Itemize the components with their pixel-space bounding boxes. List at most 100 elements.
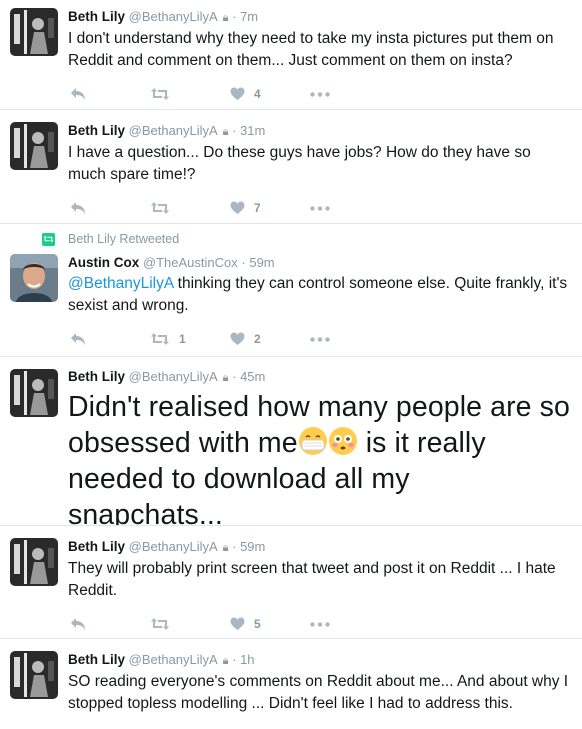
heart-icon xyxy=(230,87,245,100)
tweet[interactable]: Beth Lily @BethanyLilyA 🔒︎ · 59m They wi… xyxy=(0,526,582,639)
tweet-text: SO reading everyone's comments on Reddit… xyxy=(68,673,569,712)
tweet-text: Didn't realised how many people are so o… xyxy=(68,389,572,525)
separator: · xyxy=(232,123,237,138)
tweet-actions: 4 xyxy=(68,72,572,109)
retweet-button[interactable] xyxy=(150,201,230,215)
more-icon xyxy=(310,621,330,627)
separator: · xyxy=(232,9,237,24)
lock-icon: 🔒︎ xyxy=(222,372,229,384)
tweet[interactable]: Beth Lily @BethanyLilyA 🔒︎ · 31m I have … xyxy=(0,110,582,224)
tweet-actions: 5 xyxy=(68,602,572,638)
timestamp[interactable]: 59m xyxy=(249,255,274,270)
flushed-face-emoji xyxy=(328,427,357,455)
lock-icon: 🔒︎ xyxy=(222,126,229,138)
lock-icon: 🔒︎ xyxy=(222,655,229,667)
more-icon xyxy=(310,91,330,97)
more-icon xyxy=(310,336,330,342)
timeline: Beth Lily @BethanyLilyA 🔒︎ · 7m I don't … xyxy=(0,0,582,729)
tweet[interactable]: Beth Lily @BethanyLilyA 🔒︎ · 7m I don't … xyxy=(0,0,582,110)
retweet-icon xyxy=(151,333,169,345)
timestamp[interactable]: 59m xyxy=(240,539,265,554)
retweet-context-label[interactable]: Beth Lily Retweeted xyxy=(68,232,179,246)
heart-icon xyxy=(230,617,245,630)
tweet[interactable]: Beth Lily @BethanyLilyA 🔒︎ · 45m Didn't … xyxy=(0,357,582,526)
more-icon xyxy=(310,205,330,211)
more-button[interactable] xyxy=(310,621,340,627)
more-button[interactable] xyxy=(310,336,340,342)
username[interactable]: @BethanyLilyA xyxy=(129,652,217,667)
reply-icon xyxy=(71,202,85,214)
like-count: 7 xyxy=(254,201,261,215)
avatar[interactable] xyxy=(10,254,58,302)
retweet-context: Beth Lily Retweeted xyxy=(42,232,179,246)
tweet-text: They will probably print screen that twe… xyxy=(68,560,556,599)
like-button[interactable]: 5 xyxy=(230,617,310,631)
tweet-actions: 1 2 xyxy=(68,317,572,356)
display-name[interactable]: Beth Lily xyxy=(68,539,125,554)
like-count: 4 xyxy=(254,87,261,101)
display-name[interactable]: Austin Cox xyxy=(68,255,139,270)
reply-button[interactable] xyxy=(70,87,150,101)
tweet-header: Beth Lily @BethanyLilyA 🔒︎ · 31m xyxy=(68,122,572,141)
retweet-count: 1 xyxy=(179,332,186,346)
username[interactable]: @BethanyLilyA xyxy=(129,9,217,24)
reply-icon xyxy=(71,618,85,630)
tweet-text: @BethanyLilyA thinking they can control … xyxy=(68,273,572,317)
reply-button[interactable] xyxy=(70,332,150,346)
retweet-badge-icon xyxy=(42,232,55,246)
lock-icon: 🔒︎ xyxy=(222,542,229,554)
like-count: 2 xyxy=(254,332,261,346)
username[interactable]: @BethanyLilyA xyxy=(129,539,217,554)
lock-icon: 🔒︎ xyxy=(222,12,229,24)
retweet-button[interactable]: 1 xyxy=(150,332,230,346)
mask-face-emoji xyxy=(298,427,327,455)
username[interactable]: @BethanyLilyA xyxy=(129,123,217,138)
timestamp[interactable]: 31m xyxy=(240,123,265,138)
reply-button[interactable] xyxy=(70,201,150,215)
avatar[interactable] xyxy=(10,8,58,56)
display-name[interactable]: Beth Lily xyxy=(68,652,125,667)
username[interactable]: @BethanyLilyA xyxy=(129,369,217,384)
avatar[interactable] xyxy=(10,369,58,417)
heart-icon xyxy=(230,332,245,345)
reply-button[interactable] xyxy=(70,617,150,631)
reply-icon xyxy=(71,333,85,345)
retweet-button[interactable] xyxy=(150,87,230,101)
tweet-header: Beth Lily @BethanyLilyA 🔒︎ · 1h xyxy=(68,651,572,670)
timestamp[interactable]: 45m xyxy=(240,369,265,384)
display-name[interactable]: Beth Lily xyxy=(68,369,125,384)
like-button[interactable]: 2 xyxy=(230,332,310,346)
like-button[interactable]: 4 xyxy=(230,87,310,101)
retweet-button[interactable] xyxy=(150,617,230,631)
separator: · xyxy=(232,369,237,384)
tweet-actions: 7 xyxy=(68,186,572,223)
display-name[interactable]: Beth Lily xyxy=(68,123,125,138)
tweet-text: I don't understand why they need to take… xyxy=(68,30,554,69)
heart-icon xyxy=(230,201,245,214)
username[interactable]: @TheAustinCox xyxy=(143,255,238,270)
mention-link[interactable]: @BethanyLilyA xyxy=(68,275,173,292)
avatar[interactable] xyxy=(10,651,58,699)
timestamp[interactable]: 7m xyxy=(240,9,258,24)
tweet-header: Beth Lily @BethanyLilyA 🔒︎ · 45m xyxy=(68,368,572,387)
more-button[interactable] xyxy=(310,91,340,97)
avatar[interactable] xyxy=(10,122,58,170)
tweet-header: Beth Lily @BethanyLilyA 🔒︎ · 7m xyxy=(68,8,572,27)
avatar[interactable] xyxy=(10,538,58,586)
tweet-text: I have a question... Do these guys have … xyxy=(68,144,531,183)
separator: · xyxy=(232,652,237,667)
display-name[interactable]: Beth Lily xyxy=(68,9,125,24)
separator: · xyxy=(241,255,246,270)
reply-icon xyxy=(71,88,85,100)
retweet-icon xyxy=(151,202,169,214)
retweet-icon xyxy=(151,618,169,630)
tweet[interactable]: Beth Lily Retweeted Austin Cox @TheAusti… xyxy=(0,224,582,357)
separator: · xyxy=(232,539,237,554)
tweet-header: Austin Cox @TheAustinCox · 59m xyxy=(68,254,572,272)
like-button[interactable]: 7 xyxy=(230,201,310,215)
retweet-icon xyxy=(151,88,169,100)
tweet[interactable]: Beth Lily @BethanyLilyA 🔒︎ · 1h SO readi… xyxy=(0,639,582,729)
timestamp[interactable]: 1h xyxy=(240,652,254,667)
tweet-header: Beth Lily @BethanyLilyA 🔒︎ · 59m xyxy=(68,538,572,557)
more-button[interactable] xyxy=(310,205,340,211)
